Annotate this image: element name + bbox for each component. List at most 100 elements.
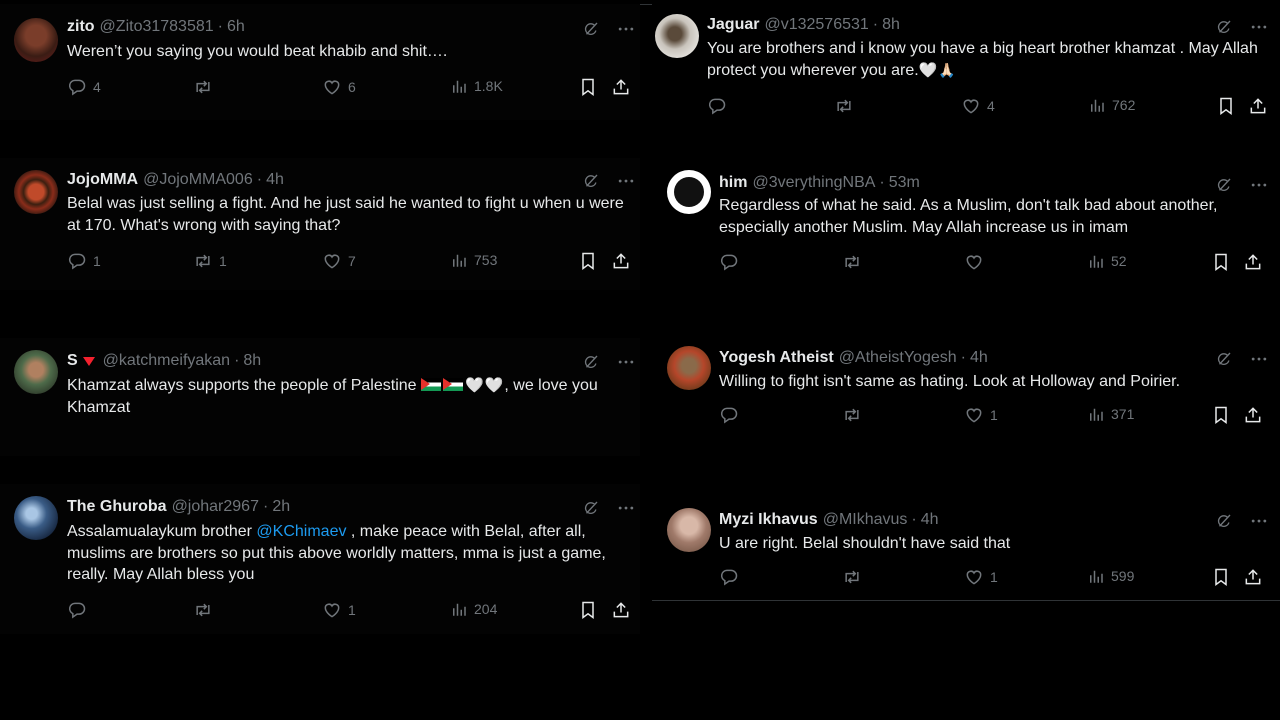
reply-button[interactable]: 1 <box>67 251 101 271</box>
bookmark-button[interactable] <box>1211 567 1231 587</box>
author-name[interactable]: Jaguar <box>707 16 759 34</box>
reply-button[interactable] <box>719 567 745 587</box>
grok-icon[interactable] <box>1215 512 1233 530</box>
post-time[interactable]: 8h <box>243 352 261 370</box>
tweet-myzi-ikhavus[interactable]: Myzi Ikhavus @MIkhavus · 4h U are right.… <box>652 496 1280 600</box>
like-button[interactable] <box>964 252 990 272</box>
avatar[interactable] <box>14 350 58 394</box>
repost-button[interactable] <box>842 252 868 272</box>
avatar[interactable] <box>667 508 711 552</box>
more-icon[interactable] <box>616 498 636 518</box>
repost-button[interactable] <box>842 567 868 587</box>
more-icon[interactable] <box>1249 349 1269 369</box>
like-button[interactable]: 1 <box>964 405 998 425</box>
share-button[interactable] <box>611 77 631 97</box>
post-time[interactable]: 53m <box>889 174 920 192</box>
views-button[interactable]: 753 <box>450 251 497 269</box>
post-time[interactable]: 4h <box>970 349 988 367</box>
share-button[interactable] <box>1243 252 1263 272</box>
author-name[interactable]: The Ghuroba <box>67 498 167 516</box>
grok-icon[interactable] <box>1215 350 1233 368</box>
reply-button[interactable] <box>707 96 733 116</box>
bookmark-button[interactable] <box>1216 96 1236 116</box>
repost-button[interactable] <box>193 600 219 620</box>
post-time[interactable]: 8h <box>882 16 900 34</box>
tweet-text: Weren’t you saying you would beat khabib… <box>67 43 448 60</box>
reply-button[interactable] <box>67 600 93 620</box>
post-time[interactable]: 2h <box>272 498 290 516</box>
grok-icon[interactable] <box>1215 176 1233 194</box>
tweet-jaguar[interactable]: Jaguar @v132576531 · 8h You are brothers… <box>652 4 1280 132</box>
share-button[interactable] <box>611 600 631 620</box>
author-name[interactable]: S <box>67 352 78 370</box>
more-icon[interactable] <box>1249 511 1269 531</box>
like-button[interactable]: 1 <box>964 567 998 587</box>
avatar[interactable] <box>667 346 711 390</box>
repost-button[interactable] <box>842 405 868 425</box>
tweet-him[interactable]: him @3verythingNBA · 53m Regardless of w… <box>652 160 1280 288</box>
grok-icon[interactable] <box>582 353 600 371</box>
post-time[interactable]: 4h <box>266 171 284 189</box>
share-button[interactable] <box>611 251 631 271</box>
author-handle[interactable]: @3verythingNBA <box>752 174 875 192</box>
like-button[interactable]: 7 <box>322 251 356 271</box>
grok-icon[interactable] <box>582 20 600 38</box>
bookmark-button[interactable] <box>1211 405 1231 425</box>
share-button[interactable] <box>1243 405 1263 425</box>
views-button[interactable]: 204 <box>450 600 497 618</box>
tweet-the-ghuroba[interactable]: The Ghuroba @johar2967 · 2h Assalamualay… <box>0 484 640 634</box>
more-icon[interactable] <box>1249 17 1269 37</box>
more-icon[interactable] <box>616 352 636 372</box>
author-handle[interactable]: @katchmeifyakan <box>103 352 230 370</box>
repost-button[interactable] <box>193 77 219 97</box>
views-button[interactable]: 371 <box>1087 405 1134 423</box>
author-name[interactable]: Yogesh Atheist <box>719 349 834 367</box>
mention-link[interactable]: @KChimaev <box>256 523 346 540</box>
author-handle[interactable]: @JojoMMA006 <box>143 171 253 189</box>
post-time[interactable]: 6h <box>227 18 245 36</box>
tweet-zito[interactable]: zito @Zito31783581 · 6h Weren’t you sayi… <box>0 4 640 120</box>
tweet-yogesh-atheist[interactable]: Yogesh Atheist @AtheistYogesh · 4h Willi… <box>652 334 1280 438</box>
like-button[interactable]: 6 <box>322 77 356 97</box>
grok-icon[interactable] <box>582 172 600 190</box>
avatar[interactable] <box>14 170 58 214</box>
views-button[interactable]: 762 <box>1088 96 1135 114</box>
more-icon[interactable] <box>616 171 636 191</box>
repost-button[interactable] <box>834 96 860 116</box>
grok-icon[interactable] <box>1215 18 1233 36</box>
avatar[interactable] <box>667 170 711 214</box>
author-name[interactable]: zito <box>67 18 95 36</box>
grok-icon[interactable] <box>582 499 600 517</box>
reply-button[interactable] <box>719 252 745 272</box>
author-handle[interactable]: @Zito31783581 <box>100 18 214 36</box>
avatar[interactable] <box>14 18 58 62</box>
author-handle[interactable]: @johar2967 <box>172 498 259 516</box>
like-button[interactable]: 4 <box>961 96 995 116</box>
bookmark-button[interactable] <box>578 77 598 97</box>
views-button[interactable]: 52 <box>1087 252 1127 270</box>
author-name[interactable]: Myzi Ikhavus <box>719 511 818 529</box>
tweet-s[interactable]: S @katchmeifyakan · 8h Khamzat always su… <box>0 338 640 456</box>
author-handle[interactable]: @MIkhavus <box>823 511 908 529</box>
share-button[interactable] <box>1248 96 1268 116</box>
author-handle[interactable]: @AtheistYogesh <box>839 349 957 367</box>
tweet-jojomma[interactable]: JojoMMA @JojoMMA006 · 4h Belal was just … <box>0 158 640 290</box>
reply-button[interactable] <box>719 405 745 425</box>
views-button[interactable]: 599 <box>1087 567 1134 585</box>
avatar[interactable] <box>655 14 699 58</box>
more-icon[interactable] <box>616 19 636 39</box>
reply-button[interactable]: 4 <box>67 77 101 97</box>
author-name[interactable]: him <box>719 174 747 192</box>
share-button[interactable] <box>1243 567 1263 587</box>
like-button[interactable]: 1 <box>322 600 356 620</box>
bookmark-button[interactable] <box>578 600 598 620</box>
bookmark-button[interactable] <box>578 251 598 271</box>
author-name[interactable]: JojoMMA <box>67 171 138 189</box>
post-time[interactable]: 4h <box>921 511 939 529</box>
views-button[interactable]: 1.8K <box>450 77 503 95</box>
bookmark-button[interactable] <box>1211 252 1231 272</box>
more-icon[interactable] <box>1249 175 1269 195</box>
avatar[interactable] <box>14 496 58 540</box>
author-handle[interactable]: @v132576531 <box>764 16 868 34</box>
repost-button[interactable]: 1 <box>193 251 227 271</box>
